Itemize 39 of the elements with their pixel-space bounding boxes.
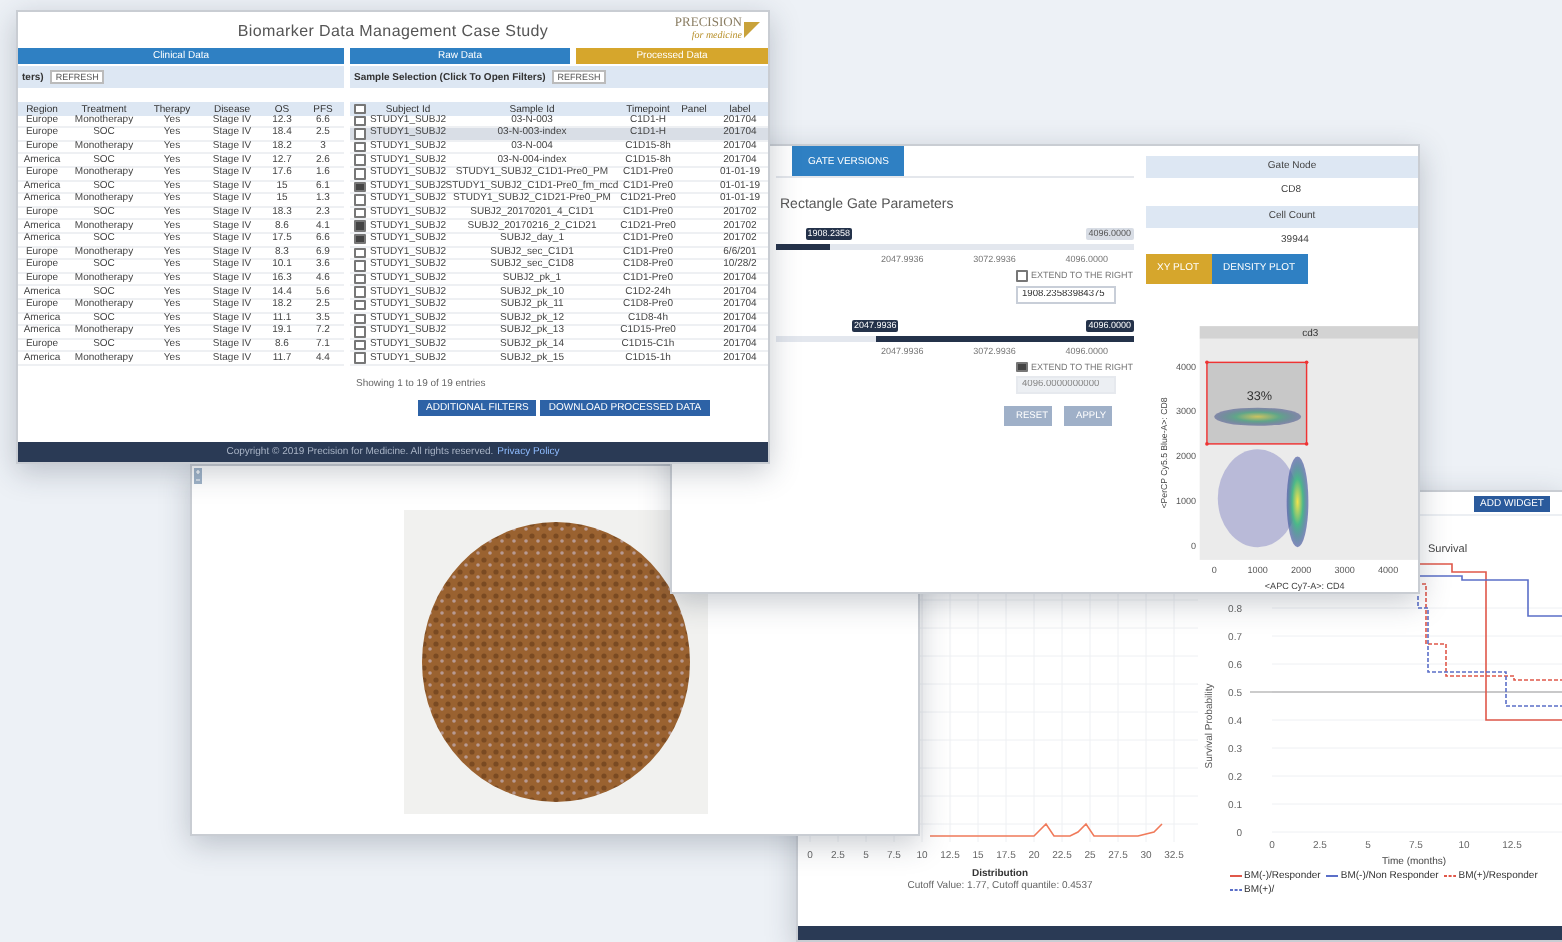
slider-fill[interactable]: [776, 244, 830, 250]
checkbox[interactable]: [1016, 270, 1027, 281]
checkbox[interactable]: [354, 128, 366, 140]
checkbox[interactable]: [354, 260, 366, 272]
slider-fill[interactable]: [875, 335, 1134, 341]
row-select-cell[interactable]: [350, 154, 370, 168]
row-select-cell[interactable]: [350, 326, 370, 340]
checkbox[interactable]: [354, 103, 366, 115]
checkbox[interactable]: [354, 286, 366, 298]
checkbox[interactable]: [354, 313, 366, 325]
window-title: Biomarker Data Management Case Study: [237, 21, 549, 39]
cell-density-drawing: [1213, 407, 1308, 547]
checkbox[interactable]: [354, 168, 366, 180]
row-select-cell[interactable]: [350, 352, 370, 366]
checkbox[interactable]: [354, 220, 366, 232]
row-select-cell[interactable]: [350, 286, 370, 300]
checkbox[interactable]: [354, 299, 366, 311]
triangle-icon: [744, 22, 760, 38]
checkbox[interactable]: [354, 326, 366, 338]
row-select-cell[interactable]: [350, 167, 370, 182]
checkbox[interactable]: [354, 181, 366, 193]
checkbox[interactable]: [354, 247, 366, 259]
checkbox[interactable]: [354, 273, 366, 285]
checkbox[interactable]: [354, 194, 366, 206]
checkbox[interactable]: [354, 352, 366, 364]
row-select-cell[interactable]: [350, 233, 370, 248]
checkbox[interactable]: [354, 207, 366, 219]
checkbox[interactable]: [354, 154, 366, 166]
checkbox[interactable]: [354, 233, 366, 245]
checkbox[interactable]: [354, 339, 366, 351]
checkbox[interactable]: [354, 115, 366, 127]
row-select-cell[interactable]: [350, 299, 370, 313]
gate-rectangle[interactable]: [1204, 360, 1308, 446]
row-select-cell[interactable]: [350, 128, 370, 142]
row-select-cell[interactable]: [350, 260, 370, 274]
checkbox[interactable]: [1016, 361, 1027, 372]
row-select-cell[interactable]: [350, 194, 370, 208]
row-select-cell[interactable]: [350, 220, 370, 234]
checkbox[interactable]: [354, 141, 366, 153]
